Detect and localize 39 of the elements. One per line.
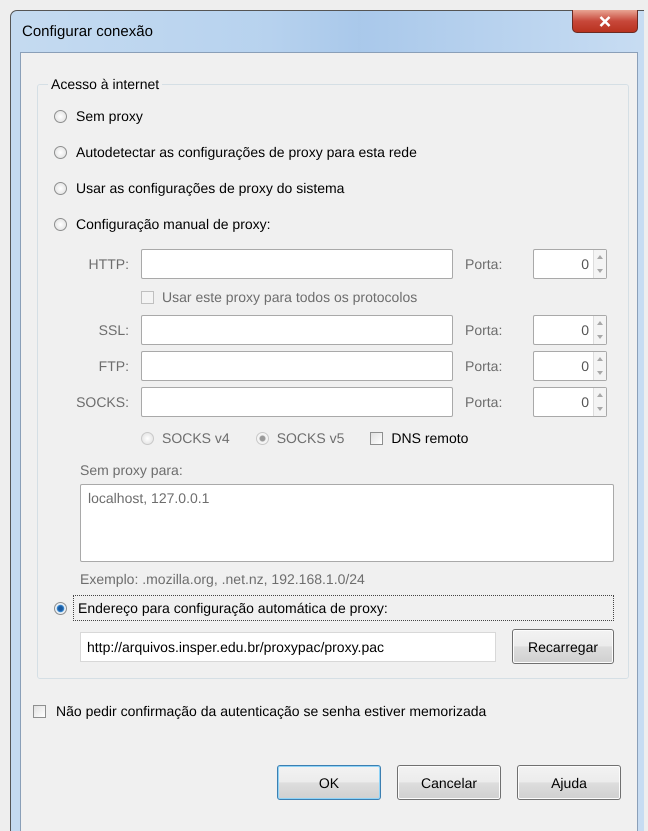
port-label: Porta:	[465, 358, 504, 374]
port-label: Porta:	[465, 256, 504, 272]
radio-button[interactable]	[54, 182, 67, 194]
proxy-label: SOCKS:	[75, 394, 129, 410]
radio-button[interactable]	[54, 602, 67, 614]
checkbox-label: Usar este proxy para todos os protocolos	[162, 289, 418, 305]
checkbox-label: DNS remoto	[391, 430, 468, 446]
radio-button[interactable]	[54, 110, 67, 122]
close-button[interactable]	[572, 10, 638, 33]
field-label: Sem proxy para:	[80, 462, 184, 478]
proxy-host-field[interactable]	[141, 351, 453, 381]
proxy-host-field[interactable]	[141, 249, 453, 279]
radio-label: SOCKS v5	[276, 430, 344, 446]
radio-label: SOCKS v4	[162, 430, 230, 446]
radio-button[interactable]	[54, 146, 67, 158]
checkbox-label: Não pedir confirmação da autenticação se senha estiver memorizada	[56, 703, 486, 719]
group-legend: Acesso à internet	[48, 76, 162, 92]
radio-label: Usar as configurações de proxy do sistema	[76, 180, 344, 196]
dialog-button[interactable]: Ajuda	[517, 765, 621, 800]
proxy-label: SSL:	[98, 322, 129, 338]
radio-label: Sem proxy	[76, 108, 143, 124]
radio-button[interactable]	[54, 218, 67, 230]
checkbox[interactable]	[33, 704, 46, 718]
window-title: Configurar conexão	[22, 23, 153, 40]
port-label: Porta:	[465, 394, 504, 410]
url-field[interactable]: http://arquivos.insper.edu.br/proxypac/proxy.pac	[80, 632, 496, 662]
proxy-host-field[interactable]	[141, 315, 453, 345]
dialog-button[interactable]: OK	[277, 765, 381, 800]
radio-label: Endereço para configuração automática de proxy:	[73, 595, 614, 621]
hint-text: Exemplo: .mozilla.org, .net.nz, 192.168.1.0/24	[80, 571, 366, 587]
reload-button[interactable]: Recarregar	[512, 629, 614, 664]
dialog-button[interactable]: Cancelar	[397, 765, 501, 800]
port-label: Porta:	[465, 322, 504, 338]
proxy-label: HTTP:	[88, 256, 129, 272]
proxy-host-field[interactable]	[141, 387, 453, 417]
close-icon	[599, 16, 611, 26]
radio-label: Autodetectar as configurações de proxy para esta rede	[76, 144, 417, 160]
radio-label: Configuração manual de proxy:	[76, 216, 271, 232]
proxy-label: FTP:	[98, 358, 129, 374]
